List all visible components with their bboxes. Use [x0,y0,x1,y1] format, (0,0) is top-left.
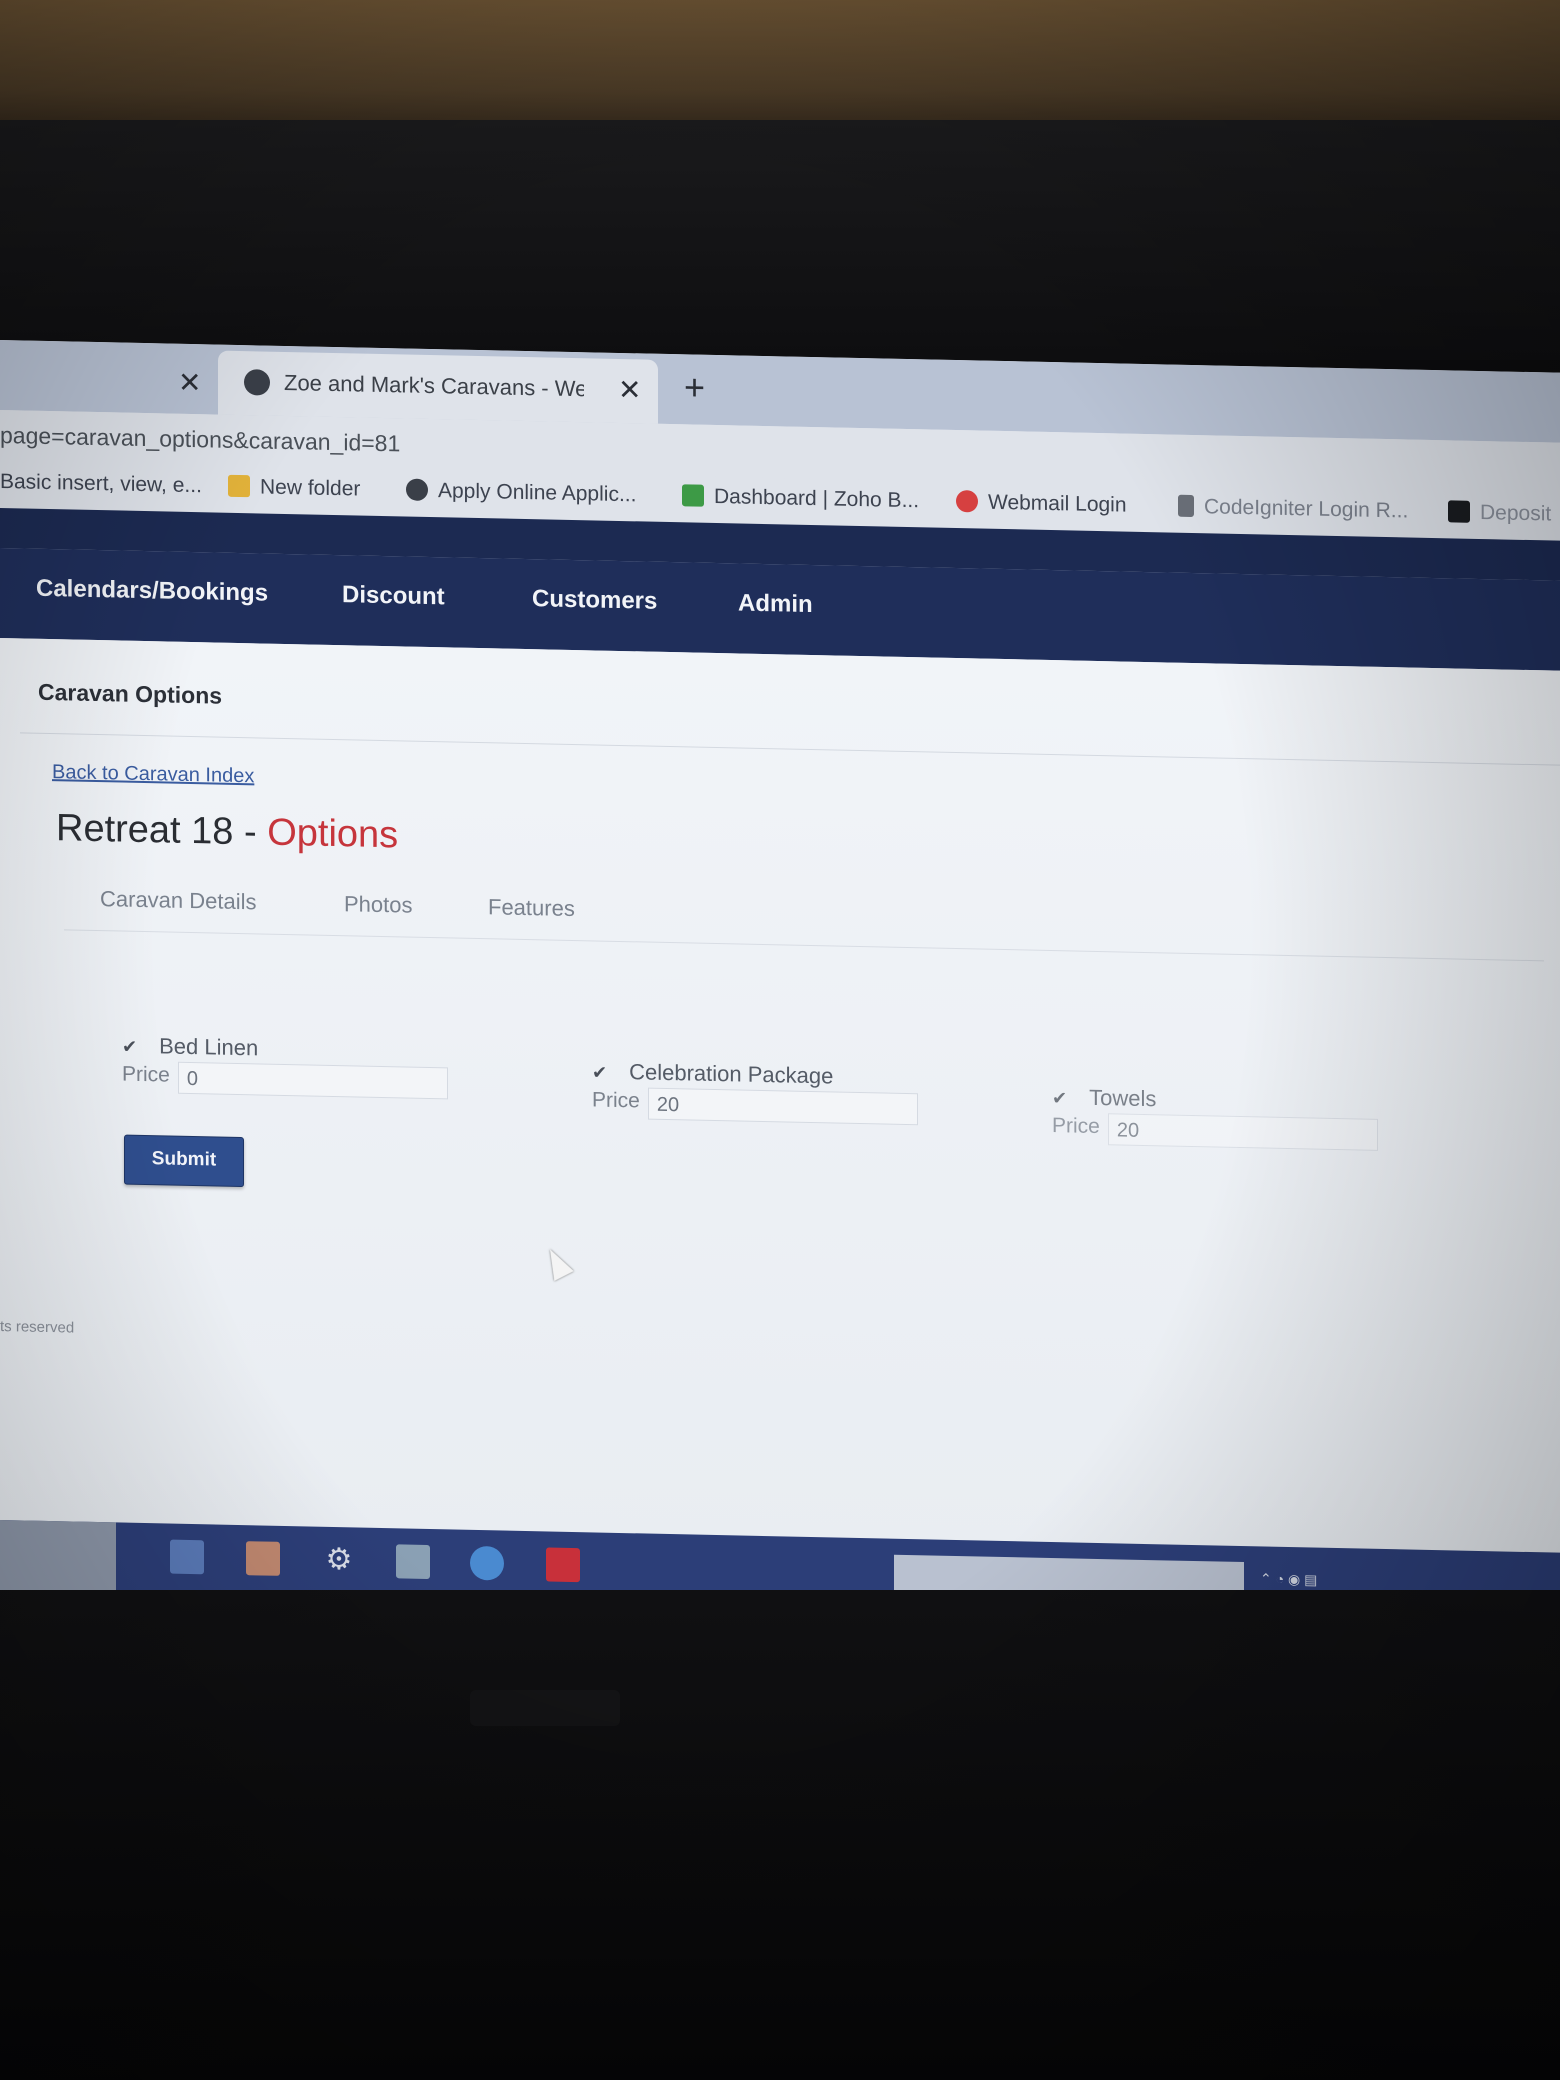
webmail-icon [956,490,978,513]
laptop-bezel-bottom [0,1590,1560,2080]
bookmark-label: Apply Online Applic... [438,479,637,507]
bookmark-label: Dashboard | Zoho B... [714,484,920,513]
chrome-icon[interactable] [470,1545,504,1581]
tab-caravan-details[interactable]: Caravan Details [100,886,257,915]
price-input-towels[interactable]: 20 [1107,1113,1378,1151]
globe-icon [244,369,270,396]
bookmark-label: Basic insert, view, e... [0,470,202,498]
bookmark-item[interactable]: Webmail Login [956,490,1127,518]
new-tab-icon[interactable]: + [684,366,705,408]
tab-title: Zoe and Mark's Caravans - Web [284,369,584,402]
nav-item-discount[interactable]: Discount [342,581,445,611]
start-button[interactable] [0,1520,116,1593]
nav-item-customers[interactable]: Customers [532,585,657,616]
price-label: Price [122,1062,170,1087]
folder-icon [228,474,250,498]
browser-tab-active[interactable]: Zoe and Mark's Caravans - Web ✕ [218,350,658,424]
nav-item-calendars-bookings[interactable]: Calendars/Bookings [36,575,268,608]
laptop-screen: ✕ Zoe and Mark's Caravans - Web ✕ + page… [0,340,1560,1623]
bookmark-item[interactable]: Basic insert, view, e... [0,470,202,498]
text-icon [1178,494,1194,518]
store-icon[interactable] [246,1541,280,1576]
bookmark-item[interactable]: Apply Online Applic... [406,478,637,508]
submit-button[interactable]: Submit [124,1134,244,1188]
bookmark-icon [1448,500,1470,523]
bookmark-label: Webmail Login [988,490,1127,517]
url-text[interactable]: page=caravan_options&caravan_id=81 [0,422,400,457]
laptop-logo [470,1690,620,1726]
settings-icon[interactable]: ⚙ [322,1543,356,1578]
page-title-main: Retreat 18 - [56,807,268,854]
tab-features[interactable]: Features [488,894,575,922]
page-title: Retreat 18 - Options [56,807,398,857]
notepad-icon[interactable] [396,1544,430,1580]
file-explorer-icon[interactable] [170,1539,204,1575]
bookmark-item[interactable]: CodeIgniter Login R... [1178,494,1409,524]
option-label: Towels [1089,1084,1157,1112]
tab-photos[interactable]: Photos [344,891,413,918]
main-content: Caravan Options Back to Caravan Index Re… [0,638,1560,1571]
tab-close-icon[interactable]: ✕ [618,373,641,406]
price-label: Price [1052,1114,1100,1139]
option-towels: ✔ Towels Price 20 [1052,1084,1412,1151]
bookmark-label: New folder [260,475,361,501]
page-title-accent: Options [267,811,399,857]
bookmark-item[interactable]: Dashboard | Zoho B... [682,484,919,513]
checkbox-bed-linen[interactable]: ✔ [122,1037,137,1058]
mouse-cursor-icon [540,1244,574,1282]
checkbox-celebration-package[interactable]: ✔ [592,1062,607,1083]
zoho-icon [682,484,704,507]
filezilla-icon[interactable] [546,1547,580,1583]
option-label: Celebration Package [629,1059,834,1089]
price-label: Price [592,1088,640,1113]
price-input-bed-linen[interactable]: 0 [177,1061,448,1100]
back-to-caravan-index-link[interactable]: Back to Caravan Index [52,761,254,788]
checkbox-towels[interactable]: ✔ [1052,1088,1067,1109]
option-bed-linen: ✔ Bed Linen Price 0 [122,1033,482,1100]
globe-icon [406,478,428,501]
previous-tab-close-icon[interactable]: ✕ [178,366,201,399]
caravan-tabs: Caravan Details Photos Features [64,867,1544,962]
laptop-bezel-top [0,120,1560,360]
price-input-celebration-package[interactable]: 20 [647,1087,918,1126]
option-celebration-package: ✔ Celebration Package Price 20 [592,1058,952,1126]
bookmark-item[interactable]: Deposit [1448,500,1551,526]
nav-item-admin[interactable]: Admin [738,589,813,619]
panel-header: Caravan Options [20,652,1560,766]
bookmark-item[interactable]: New folder [228,474,361,502]
system-tray[interactable]: ⌃ ◔ ◉ ▤ [1260,1570,1317,1588]
bookmark-label: CodeIgniter Login R... [1204,495,1409,523]
footer-copyright: ts reserved [0,1318,75,1337]
bookmark-label: Deposit [1480,501,1552,526]
panel-title: Caravan Options [38,678,223,709]
option-label: Bed Linen [159,1033,259,1061]
